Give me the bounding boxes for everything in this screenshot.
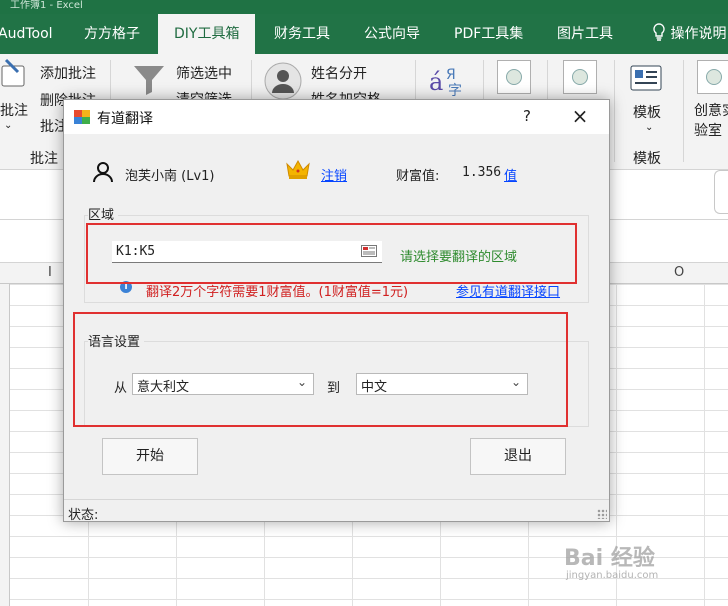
comment-group-label: 批注 [30,151,58,167]
excel-title-bar: 工作簿1 - Excel [0,0,728,14]
workbook-title: 工作簿1 - Excel [10,0,83,11]
wealth-label: 财富值: [396,169,440,184]
side-panel-handle[interactable] [714,170,728,214]
ribbon-separator [683,60,684,162]
template-group-label: 模板 [633,151,661,167]
person-icon [264,62,302,100]
crown-icon [286,159,310,179]
comment-chevron-icon[interactable]: ⌄ [4,120,12,131]
template-icon [630,65,662,91]
template-button[interactable]: 模板 [633,102,661,122]
add-comment-button[interactable]: 添加批注 [40,63,96,83]
row-headers [0,284,10,606]
exit-button[interactable]: 退出 [470,438,566,475]
youdao-translate-dialog: 有道翻译 ? × 泡芙小南 (Lv1) 注销 财富值: 1.356 值 区域 K… [63,99,610,523]
wealth-value: 1.356 [462,165,502,180]
help-button[interactable]: ? [520,107,534,125]
lab-label-line2: 验室 [694,123,722,139]
tab-pdf-tools[interactable]: PDF工具集 [454,14,523,54]
user-icon [93,162,113,183]
svg-text:字: 字 [448,83,462,98]
tab-audtool[interactable]: AudTool [0,14,53,54]
template-chevron-icon[interactable]: ⌄ [645,122,653,133]
ribbon-tabs: AudTool 方方格子 DIY工具箱 财务工具 公式向导 PDF工具集 图片工… [0,14,728,54]
status-label: 状态: [68,508,99,523]
dialog-title: 有道翻译 [97,111,153,127]
tab-image-tools[interactable]: 图片工具 [557,14,613,54]
watermark-url: jingyan.baidu.com [566,570,659,581]
ribbon-tool-button[interactable] [497,60,531,94]
close-button[interactable]: × [564,104,596,130]
tool-circle-icon [506,69,522,85]
baidu-watermark: Bai 经验 jingyan.baidu.com [560,540,720,590]
lab-circle-icon [706,69,722,85]
recharge-link[interactable]: 值 [504,165,517,184]
filter-icon [134,66,164,95]
comment-icon [1,58,25,87]
annotation-box-region [86,223,577,284]
status-bar: 状态: [64,499,609,523]
name-split-button[interactable]: 姓名分开 [311,63,367,83]
svg-text:á: á [429,68,443,96]
app-icon [74,110,90,124]
ribbon-tool-button[interactable] [563,60,597,94]
lab-label-line1: 创意实 [694,103,728,119]
ribbon-separator [614,60,615,162]
tool-circle-icon [572,69,588,85]
lab-button[interactable] [697,60,728,94]
region-group-label: 区域 [88,204,119,223]
tab-diy-toolbox[interactable]: DIY工具箱 [158,14,256,54]
svg-text:Я: Я [446,67,456,83]
tab-fangfang[interactable]: 方方格子 [84,14,140,54]
annotation-box-language [73,312,568,427]
tab-formula-wizard[interactable]: 公式向导 [364,14,420,54]
watermark-brand: Bai 经验 [564,546,655,571]
comment-button[interactable]: 批注 [0,100,28,120]
tab-finance[interactable]: 财务工具 [274,14,330,54]
dialog-title-bar[interactable]: 有道翻译 ? × [64,100,609,134]
start-button[interactable]: 开始 [102,438,198,475]
logout-link[interactable]: 注销 [321,165,347,184]
column-header-o[interactable]: O [674,265,684,280]
column-header-i[interactable]: I [48,265,52,280]
resize-grip-icon[interactable] [597,509,607,519]
tab-help[interactable]: 操作说明 [652,14,726,54]
user-name: 泡芙小南 (Lv1) [125,169,215,184]
filter-selected-button[interactable]: 筛选选中 [176,63,232,83]
tab-help-label: 操作说明 [670,26,727,42]
lightbulb-icon [653,23,665,41]
translate-icon: á Я字 [429,67,462,98]
